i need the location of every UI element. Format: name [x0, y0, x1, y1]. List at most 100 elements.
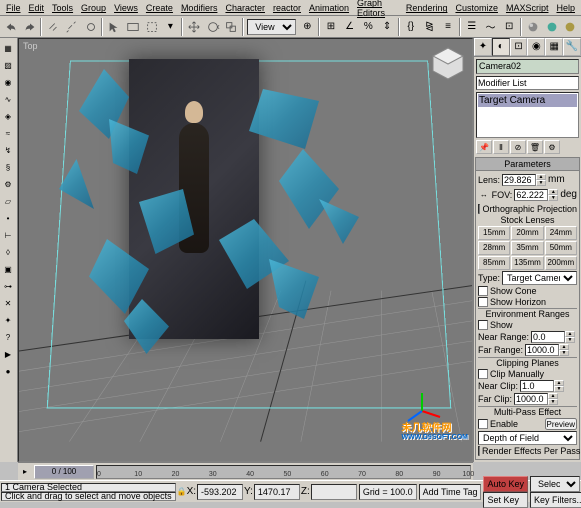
snap-toggle-button[interactable]: ⊞ [322, 18, 340, 36]
viewport-label[interactable]: Top [23, 41, 38, 51]
keymode-dropdown[interactable]: Selected [530, 476, 580, 492]
modifier-list-dropdown[interactable]: Modifier List [476, 76, 579, 90]
bind-spacewarp-button[interactable] [82, 18, 100, 36]
autokey-button[interactable]: Auto Key [483, 476, 528, 492]
reactor-toy-icon[interactable]: ✕ [0, 295, 16, 311]
reactor-car-icon[interactable]: ▣ [0, 261, 16, 277]
fov-field[interactable] [514, 189, 548, 201]
select-name-button[interactable] [124, 18, 142, 36]
tab-create[interactable]: ✦ [474, 38, 492, 56]
layers-button[interactable]: ☰ [463, 18, 481, 36]
near-clip-field[interactable] [520, 380, 554, 392]
redo-button[interactable] [21, 18, 39, 36]
object-name-field[interactable] [476, 59, 579, 74]
reactor-rope-icon[interactable]: ∿ [0, 91, 16, 107]
tab-utilities[interactable]: 🔧 [563, 38, 581, 56]
pin-stack-button[interactable]: 📌 [476, 140, 492, 154]
reference-plane[interactable] [129, 59, 259, 339]
reactor-cloth-icon[interactable]: ▨ [0, 57, 16, 73]
mpe-preview-button[interactable]: Preview [545, 418, 577, 430]
far-range-spinner[interactable]: ▲▼ [559, 344, 569, 356]
ortho-checkbox[interactable] [478, 204, 480, 214]
far-clip-spinner[interactable]: ▲▼ [548, 393, 558, 405]
trackbar-toggle-button[interactable]: ▸ [18, 464, 32, 480]
reactor-rigid-icon[interactable]: ▦ [0, 40, 16, 56]
preset-15mm[interactable]: 15mm [478, 226, 510, 240]
time-slider-handle[interactable]: 0 / 100 [34, 465, 94, 479]
menu-views[interactable]: Views [110, 3, 142, 13]
clip-manual-checkbox[interactable] [478, 369, 488, 379]
tab-hierarchy[interactable]: ⊡ [510, 38, 528, 56]
menu-maxscript[interactable]: MAXScript [502, 3, 553, 13]
pivot-button[interactable]: ⊕ [298, 18, 316, 36]
fov-spinner[interactable]: ▲▼ [548, 189, 558, 201]
reactor-soft-icon[interactable]: ◉ [0, 74, 16, 90]
reactor-analyze-icon[interactable]: ? [0, 329, 16, 345]
menu-file[interactable]: File [2, 3, 25, 13]
menu-create[interactable]: Create [142, 3, 177, 13]
menu-edit[interactable]: Edit [25, 3, 49, 13]
menu-group[interactable]: Group [77, 3, 110, 13]
viewcube-icon[interactable] [428, 43, 468, 83]
undo-button[interactable] [2, 18, 20, 36]
menu-tools[interactable]: Tools [48, 3, 77, 13]
percent-snap-button[interactable]: % [359, 18, 377, 36]
viewport[interactable]: Top [18, 38, 473, 462]
preset-35mm[interactable]: 35mm [511, 241, 543, 255]
rollout-header-parameters[interactable]: Parameters [476, 158, 579, 171]
preset-50mm[interactable]: 50mm [545, 241, 577, 255]
menu-grapheditors[interactable]: Graph Editors [353, 0, 402, 18]
fov-direction-button[interactable]: ↔ [478, 187, 490, 203]
x-coord-field[interactable] [197, 484, 243, 500]
angle-snap-button[interactable]: ∠ [341, 18, 359, 36]
curve-editor-button[interactable]: 〜 [482, 18, 500, 36]
reactor-create-icon[interactable]: ● [0, 363, 16, 379]
menu-reactor[interactable]: reactor [269, 3, 305, 13]
reactor-motor-icon[interactable]: ⚙ [0, 176, 16, 192]
menu-character[interactable]: Character [221, 3, 269, 13]
lens-spinner[interactable]: ▲▼ [536, 174, 546, 186]
reactor-preview-icon[interactable]: ▶ [0, 346, 16, 362]
link-button[interactable] [44, 18, 62, 36]
near-range-spinner[interactable]: ▲▼ [565, 331, 575, 343]
configure-button[interactable]: ⚙ [544, 140, 560, 154]
menu-animation[interactable]: Animation [305, 3, 353, 13]
scale-button[interactable] [223, 18, 241, 36]
far-range-field[interactable] [525, 344, 559, 356]
reactor-pt2pt-icon[interactable]: ⊶ [0, 278, 16, 294]
time-tag-button[interactable]: Add Time Tag [419, 484, 482, 500]
select-region-button[interactable] [143, 18, 161, 36]
unlink-button[interactable] [63, 18, 81, 36]
reactor-hinge-icon[interactable]: ⊢ [0, 227, 16, 243]
lock-selection-button[interactable]: 🔒 [177, 484, 187, 500]
unique-button[interactable]: ⊘ [510, 140, 526, 154]
show-cone-checkbox[interactable] [478, 286, 488, 296]
rep-checkbox[interactable] [478, 446, 480, 456]
tab-modify[interactable]: ◐ [492, 38, 510, 56]
tab-motion[interactable]: ◉ [527, 38, 545, 56]
setkey-button[interactable]: Set Key [483, 492, 528, 508]
render-scene-button[interactable] [543, 18, 561, 36]
selection-filter-button[interactable]: ▾ [162, 18, 180, 36]
reactor-deform-icon[interactable]: ◈ [0, 108, 16, 124]
menu-customize[interactable]: Customize [451, 3, 502, 13]
spinner-snap-button[interactable]: ⇕ [378, 18, 396, 36]
show-horizon-checkbox[interactable] [478, 297, 488, 307]
remove-mod-button[interactable]: 🗑 [527, 140, 543, 154]
move-button[interactable] [185, 18, 203, 36]
rotate-button[interactable] [204, 18, 222, 36]
camera-type-dropdown[interactable]: Target Camera [502, 271, 577, 285]
preset-28mm[interactable]: 28mm [478, 241, 510, 255]
align-button[interactable]: ≡ [439, 18, 457, 36]
preset-24mm[interactable]: 24mm [545, 226, 577, 240]
lens-field[interactable] [502, 174, 536, 186]
preset-135mm[interactable]: 135mm [511, 256, 543, 270]
reactor-point-icon[interactable]: • [0, 210, 16, 226]
reactor-fracture-icon[interactable]: ✦ [0, 312, 16, 328]
schematic-button[interactable]: ⊡ [500, 18, 518, 36]
reactor-water-icon[interactable]: ≈ [0, 125, 16, 141]
near-range-field[interactable] [531, 331, 565, 343]
preset-20mm[interactable]: 20mm [511, 226, 543, 240]
tab-display[interactable]: ▦ [545, 38, 563, 56]
y-coord-field[interactable] [254, 484, 300, 500]
